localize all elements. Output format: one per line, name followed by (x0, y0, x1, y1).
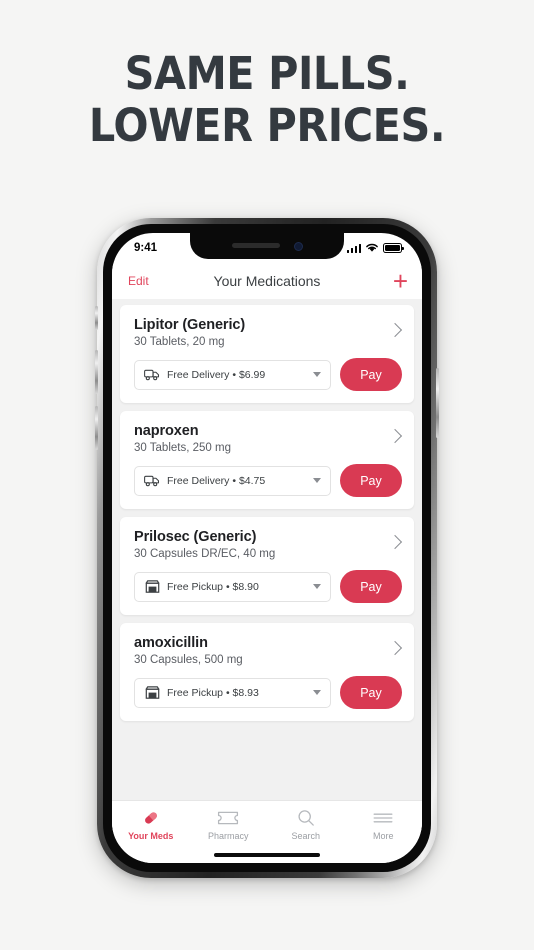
pharmacy-card-icon (217, 808, 239, 827)
wifi-icon (366, 243, 378, 252)
medication-details: 30 Tablets, 20 mg (134, 336, 225, 348)
delivery-truck-icon (144, 368, 160, 382)
fulfillment-label: Free Pickup • $8.90 (167, 580, 259, 593)
phone-mockup: 9:41 Edit Your Medications + Lipitor (Ge… (95, 218, 439, 878)
tab-label: Search (291, 831, 321, 841)
tab-label: Pharmacy (207, 831, 249, 841)
medication-details: 30 Capsules DR/EC, 40 mg (134, 548, 276, 560)
status-bar-time: 9:41 (134, 242, 158, 254)
delivery-truck-icon (144, 474, 160, 488)
medication-actions: Free Pickup • $8.93 Pay (134, 676, 402, 709)
fulfillment-option-select[interactable]: Free Pickup • $8.93 (134, 677, 331, 708)
medication-name: Lipitor (Generic) (134, 317, 246, 333)
edit-button[interactable]: Edit (128, 274, 149, 288)
medication-actions: Free Delivery • $4.75 Pay (134, 464, 402, 497)
fulfillment-label: Free Delivery • $4.75 (167, 474, 266, 487)
medication-details: 30 Tablets, 250 mg (134, 442, 231, 454)
caret-down-icon[interactable] (313, 584, 321, 589)
status-bar: 9:41 (112, 233, 422, 263)
medication-card[interactable]: Prilosec (Generic) 30 Capsules DR/EC, 40… (120, 517, 414, 615)
home-indicator[interactable] (214, 853, 320, 857)
medication-details: 30 Capsules, 500 mg (134, 654, 243, 666)
page-title: Your Medications (213, 273, 321, 289)
pay-button[interactable]: Pay (340, 570, 402, 603)
phone-volume-down-button[interactable] (95, 406, 98, 450)
storefront-icon (144, 579, 160, 594)
hamburger-menu-icon (373, 808, 393, 827)
tab-search[interactable]: Search (267, 808, 345, 841)
phone-volume-up-button[interactable] (95, 350, 98, 394)
fulfillment-option-select[interactable]: Free Pickup • $8.90 (134, 571, 331, 602)
headline-line-2: LOWER PRICES. (88, 99, 446, 152)
phone-screen: 9:41 Edit Your Medications + Lipitor (Ge… (112, 233, 422, 863)
caret-down-icon[interactable] (313, 478, 321, 483)
add-medication-button[interactable]: + (393, 268, 408, 294)
tab-your-meds[interactable]: Your Meds (112, 808, 190, 841)
tab-more[interactable]: More (345, 808, 423, 841)
pay-button[interactable]: Pay (340, 358, 402, 391)
medication-actions: Free Pickup • $8.90 Pay (134, 570, 402, 603)
medication-card[interactable]: naproxen 30 Tablets, 250 mg Free Deliver… (120, 411, 414, 509)
medication-name: Prilosec (Generic) (134, 529, 257, 545)
pill-capsule-icon (141, 808, 161, 827)
storefront-icon (144, 685, 160, 700)
medication-card[interactable]: Lipitor (Generic) 30 Tablets, 20 mg Free… (120, 305, 414, 403)
medication-name: naproxen (134, 423, 199, 439)
fulfillment-option-select[interactable]: Free Delivery • $6.99 (134, 359, 331, 390)
tab-label: Your Meds (128, 831, 174, 841)
fulfillment-option-select[interactable]: Free Delivery • $4.75 (134, 465, 331, 496)
marketing-headline: SAME PILLS. LOWER PRICES. (21, 48, 512, 152)
navigation-bar: Edit Your Medications + (112, 263, 422, 299)
tab-label: More (372, 831, 394, 841)
medication-actions: Free Delivery • $6.99 Pay (134, 358, 402, 391)
medication-list[interactable]: Lipitor (Generic) 30 Tablets, 20 mg Free… (112, 299, 422, 839)
medication-card[interactable]: amoxicillin 30 Capsules, 500 mg Free Pic… (120, 623, 414, 721)
caret-down-icon[interactable] (313, 372, 321, 377)
headline-line-1: SAME PILLS. (124, 47, 410, 100)
pay-button[interactable]: Pay (340, 464, 402, 497)
cellular-bars-icon (346, 243, 361, 253)
pay-button[interactable]: Pay (340, 676, 402, 709)
medication-name: amoxicillin (134, 635, 208, 651)
caret-down-icon[interactable] (313, 690, 321, 695)
phone-power-button[interactable] (436, 368, 439, 438)
phone-mute-switch[interactable] (95, 306, 98, 330)
tab-pharmacy[interactable]: Pharmacy (190, 808, 268, 841)
status-bar-indicators (346, 243, 404, 253)
phone-bezel: 9:41 Edit Your Medications + Lipitor (Ge… (103, 224, 431, 872)
search-icon (297, 808, 315, 827)
fulfillment-label: Free Delivery • $6.99 (167, 368, 266, 381)
battery-full-icon (383, 243, 404, 253)
fulfillment-label: Free Pickup • $8.93 (167, 686, 259, 699)
